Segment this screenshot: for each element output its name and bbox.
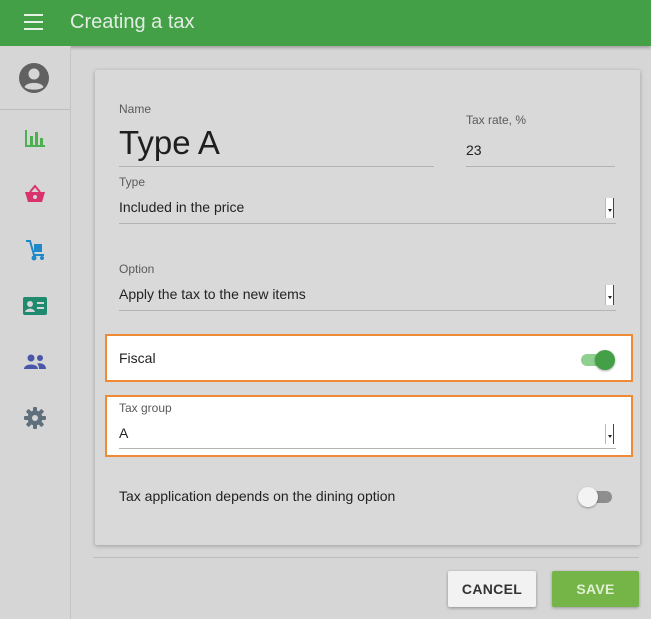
save-button[interactable]: SAVE	[552, 571, 639, 607]
tax-group-select[interactable]: A	[119, 425, 128, 441]
toggle-knob	[595, 350, 615, 370]
people-icon	[24, 354, 46, 369]
fiscal-toggle[interactable]	[579, 348, 615, 370]
basket-icon	[25, 184, 45, 202]
avatar[interactable]	[0, 46, 70, 110]
tax-rate-input[interactable]: 23	[466, 142, 482, 158]
sidebar-item-reports[interactable]	[0, 118, 70, 158]
sidebar	[0, 46, 71, 619]
tax-group-dropdown-arrow-icon[interactable]	[605, 424, 614, 444]
user-avatar-icon	[19, 63, 49, 93]
dining-option-toggle[interactable]	[578, 485, 614, 507]
gear-icon	[24, 407, 46, 429]
sidebar-item-customers[interactable]	[0, 342, 70, 382]
option-select[interactable]: Apply the tax to the new items	[119, 286, 306, 302]
sidebar-item-inventory[interactable]	[0, 230, 70, 270]
option-dropdown-arrow-icon[interactable]	[605, 285, 614, 305]
toggle-knob	[578, 487, 598, 507]
id-card-icon	[23, 297, 47, 315]
name-input[interactable]: Type A	[119, 124, 220, 162]
sidebar-item-settings[interactable]	[0, 398, 70, 438]
cancel-button[interactable]: CANCEL	[448, 571, 536, 607]
tax-form-card: Name Type A Tax rate, % 23 Type Included…	[95, 70, 640, 545]
type-underline	[119, 223, 616, 224]
hand-truck-icon	[26, 240, 44, 261]
name-underline	[119, 166, 434, 167]
tax-rate-underline	[466, 166, 615, 167]
type-dropdown-arrow-icon[interactable]	[605, 198, 614, 218]
page-title: Creating a tax	[70, 11, 195, 33]
option-underline	[119, 310, 616, 311]
actions-divider	[93, 557, 639, 558]
hamburger-menu-icon[interactable]	[22, 14, 46, 32]
sidebar-item-employees[interactable]	[0, 286, 70, 326]
tax-rate-label: Tax rate, %	[466, 113, 527, 127]
dining-option-label: Tax application depends on the dining op…	[119, 488, 396, 504]
fiscal-label: Fiscal	[119, 350, 156, 366]
name-label: Name	[119, 102, 152, 116]
sidebar-item-sales[interactable]	[0, 174, 70, 214]
option-label: Option	[119, 262, 155, 276]
tax-group-row: Tax group A	[105, 395, 633, 457]
bar-chart-icon	[25, 130, 45, 147]
type-select[interactable]: Included in the price	[119, 199, 244, 215]
tax-group-label: Tax group	[119, 401, 172, 415]
type-label: Type	[119, 175, 146, 189]
tax-group-underline	[119, 448, 616, 449]
app-bar: Creating a tax	[0, 0, 651, 46]
fiscal-row: Fiscal	[105, 334, 633, 382]
